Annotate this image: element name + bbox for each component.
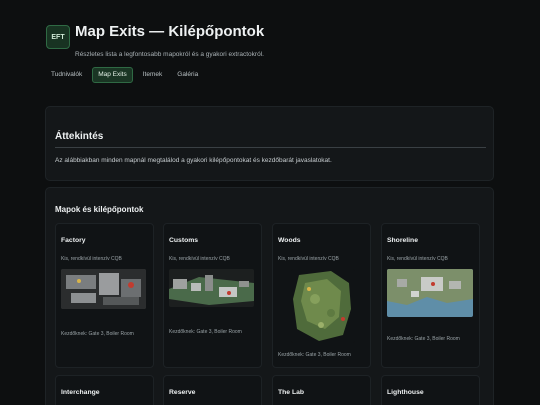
- map-name: Shoreline: [387, 237, 418, 244]
- overview-title: Áttekintés: [55, 131, 104, 142]
- map-name: Customs: [169, 237, 199, 244]
- woods-map-image: [291, 269, 355, 343]
- tab-bar: Tudnivalók Map Exits Itemek Galéria: [46, 67, 208, 83]
- map-name: Interchange: [61, 389, 100, 396]
- map-tip: Kezdőknek: Gate 3, Boiler Room: [61, 331, 134, 337]
- map-card-interchange[interactable]: Interchange: [55, 375, 154, 405]
- map-description: Kis, rendkívül intenzív CQB: [169, 256, 230, 262]
- map-card-woods[interactable]: Woods Kis, rendkívül intenzív CQB Kezdők…: [272, 223, 371, 368]
- tab-itemek[interactable]: Itemek: [138, 67, 168, 83]
- tab-tudnivalok[interactable]: Tudnivalók: [46, 67, 87, 83]
- map-card-factory[interactable]: Factory Kis, rendkívül intenzív CQB Kezd…: [55, 223, 154, 368]
- map-name: Factory: [61, 237, 86, 244]
- map-description: Kis, rendkívül intenzív CQB: [278, 256, 339, 262]
- tab-map-exits[interactable]: Map Exits: [92, 67, 133, 83]
- overview-divider: [55, 147, 486, 148]
- maps-section-title: Mapok és kilépőpontok: [55, 205, 144, 214]
- factory-map-image: [61, 269, 146, 309]
- page-subtitle: Részletes lista a legfontosabb mapokról …: [75, 51, 264, 58]
- customs-map-image: [169, 269, 254, 307]
- map-card-lighthouse[interactable]: Lighthouse: [381, 375, 480, 405]
- map-tip: Kezdőknek: Gate 3, Boiler Room: [169, 329, 242, 335]
- eft-logo: EFT: [46, 25, 70, 49]
- map-name: Reserve: [169, 389, 196, 396]
- page-title: Map Exits — Kilépőpontok: [75, 23, 265, 40]
- map-card-shoreline[interactable]: Shoreline Kis, rendkívül intenzív CQB Ke…: [381, 223, 480, 368]
- map-description: Kis, rendkívül intenzív CQB: [387, 256, 448, 262]
- shoreline-map-image: [387, 269, 473, 317]
- overview-panel: Áttekintés Az alábbiakban minden mapnál …: [45, 106, 494, 181]
- map-name: The Lab: [278, 389, 305, 396]
- map-name: Woods: [278, 237, 301, 244]
- overview-text: Az alábbiakban minden mapnál megtalálod …: [55, 157, 332, 164]
- map-card-customs[interactable]: Customs Kis, rendkívül intenzív CQB Kezd…: [163, 223, 262, 368]
- map-card-reserve[interactable]: Reserve: [163, 375, 262, 405]
- map-tip: Kezdőknek: Gate 3, Boiler Room: [387, 336, 460, 342]
- maps-panel: Mapok és kilépőpontok Factory Kis, rendk…: [45, 187, 494, 405]
- tab-galeria[interactable]: Galéria: [172, 67, 203, 83]
- map-tip: Kezdőknek: Gate 3, Boiler Room: [278, 352, 351, 358]
- map-name: Lighthouse: [387, 389, 424, 396]
- map-description: Kis, rendkívül intenzív CQB: [61, 256, 122, 262]
- map-card-the-lab[interactable]: The Lab: [272, 375, 371, 405]
